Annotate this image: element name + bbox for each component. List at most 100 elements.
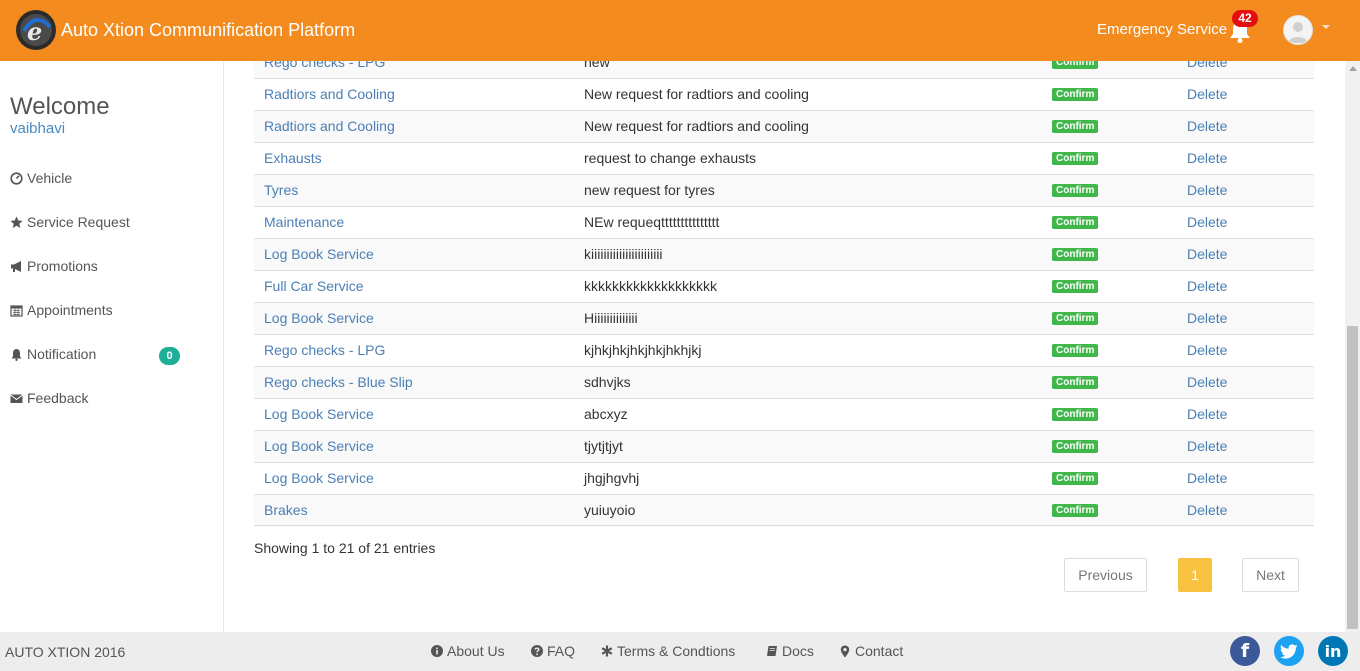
delete-link[interactable]: Delete [1187, 310, 1227, 326]
confirm-button[interactable]: Confirm [1052, 61, 1099, 69]
bullhorn-icon [10, 259, 23, 273]
sidebar-item-label: Notification [27, 346, 97, 362]
delete-link[interactable]: Delete [1187, 150, 1227, 166]
delete-link[interactable]: Delete [1187, 278, 1227, 294]
footer-link-about-us[interactable]: About Us [430, 643, 505, 659]
notification-count-badge: 42 [1232, 10, 1258, 27]
emergency-service-link[interactable]: Emergency Service [1097, 21, 1227, 38]
delete-link[interactable]: Delete [1187, 61, 1227, 70]
delete-link[interactable]: Delete [1187, 118, 1227, 134]
service-name-link[interactable]: Log Book Service [264, 310, 374, 326]
delete-link[interactable]: Delete [1187, 246, 1227, 262]
delete-link[interactable]: Delete [1187, 374, 1227, 390]
delete-link[interactable]: Delete [1187, 214, 1227, 230]
table-row: Maintenance NEw requeqttttttttttttttt Co… [254, 206, 1314, 239]
sidebar-item-service-request[interactable]: Service Request [10, 212, 130, 232]
footer-link-docs[interactable]: Docs [765, 643, 814, 659]
sidebar-item-label: Vehicle [27, 170, 73, 186]
request-description: tjytjtjyt [584, 438, 623, 454]
service-name-link[interactable]: Rego checks - Blue Slip [264, 374, 413, 390]
map-marker-icon [838, 645, 851, 658]
request-description: abcxyz [584, 406, 628, 422]
confirm-button[interactable]: Confirm [1052, 408, 1099, 421]
request-description: Hiiiiiiiiiiiiii [584, 310, 638, 326]
user-menu-chevron-down-icon[interactable] [1322, 25, 1330, 29]
service-name-link[interactable]: Log Book Service [264, 470, 374, 486]
user-avatar[interactable] [1283, 15, 1313, 45]
confirm-button[interactable]: Confirm [1052, 184, 1099, 197]
sidebar-item-notification[interactable]: Notification [10, 344, 96, 364]
question-circle-icon [530, 645, 543, 658]
app-logo-icon[interactable]: e [14, 5, 58, 53]
svg-text:e: e [27, 17, 42, 46]
sidebar-item-appointments[interactable]: Appointments [10, 300, 113, 320]
table-row: Rego checks - Blue Slip sdhvjks Confirm … [254, 366, 1314, 399]
confirm-button[interactable]: Confirm [1052, 312, 1099, 325]
service-name-link[interactable]: Radtiors and Cooling [264, 86, 395, 102]
table-row: Rego checks - LPG kjhkjhkjhkjhkjhkhjkj C… [254, 334, 1314, 367]
service-name-link[interactable]: Log Book Service [264, 406, 374, 422]
footer-link-contact[interactable]: Contact [838, 643, 903, 659]
footer-link-label: About Us [447, 643, 505, 659]
service-name-link[interactable]: Log Book Service [264, 438, 374, 454]
info-circle-icon [430, 645, 443, 658]
service-name-link[interactable]: Rego checks - LPG [264, 342, 385, 358]
confirm-button[interactable]: Confirm [1052, 280, 1099, 293]
delete-link[interactable]: Delete [1187, 182, 1227, 198]
table-row: Rego checks - LPG new Confirm Delete [254, 61, 1314, 79]
confirm-button[interactable]: Confirm [1052, 216, 1099, 229]
welcome-heading: Welcome [10, 93, 110, 120]
delete-link[interactable]: Delete [1187, 502, 1227, 518]
scrollbar-thumb[interactable] [1347, 326, 1358, 629]
confirm-button[interactable]: Confirm [1052, 472, 1099, 485]
delete-link[interactable]: Delete [1187, 86, 1227, 102]
top-navbar: e Auto Xtion Communification Platform Em… [0, 0, 1360, 61]
confirm-button[interactable]: Confirm [1052, 376, 1099, 389]
facebook-icon[interactable]: f [1230, 636, 1260, 666]
sidebar-item-label: Appointments [27, 302, 113, 318]
confirm-button[interactable]: Confirm [1052, 152, 1099, 165]
service-name-link[interactable]: Exhausts [264, 150, 322, 166]
service-name-link[interactable]: Full Car Service [264, 278, 364, 294]
sidebar-item-feedback[interactable]: Feedback [10, 388, 88, 408]
scroll-up-arrow-icon[interactable] [1349, 66, 1357, 71]
request-description: kjhkjhkjhkjhkjhkhjkj [584, 342, 702, 358]
linkedin-icon[interactable]: in [1318, 636, 1348, 666]
confirm-button[interactable]: Confirm [1052, 504, 1099, 517]
calendar-icon [10, 303, 23, 317]
delete-link[interactable]: Delete [1187, 406, 1227, 422]
service-name-link[interactable]: Tyres [264, 182, 298, 198]
bell-icon [10, 347, 23, 361]
confirm-button[interactable]: Confirm [1052, 344, 1099, 357]
page-scrollbar[interactable] [1345, 61, 1360, 632]
footer-link-label: Contact [855, 643, 904, 659]
confirm-button[interactable]: Confirm [1052, 120, 1099, 133]
sidebar-item-promotions[interactable]: Promotions [10, 256, 98, 276]
delete-link[interactable]: Delete [1187, 470, 1227, 486]
delete-link[interactable]: Delete [1187, 438, 1227, 454]
pagination-page-1-button[interactable]: 1 [1178, 558, 1212, 592]
pagination-next-button[interactable]: Next [1242, 558, 1299, 592]
service-name-link[interactable]: Rego checks - LPG [264, 61, 385, 70]
twitter-icon[interactable] [1274, 636, 1304, 666]
service-name-link[interactable]: Maintenance [264, 214, 344, 230]
facebook-glyph: f [1240, 640, 1250, 662]
confirm-button[interactable]: Confirm [1052, 88, 1099, 101]
delete-link[interactable]: Delete [1187, 342, 1227, 358]
service-name-link[interactable]: Radtiors and Cooling [264, 118, 395, 134]
table-row: Brakes yuiuyoio Confirm Delete [254, 494, 1314, 527]
confirm-button[interactable]: Confirm [1052, 248, 1099, 261]
sidebar-item-label: Promotions [27, 258, 98, 274]
footer-link-terms[interactable]: Terms & Condtions [600, 643, 735, 659]
table-row: Tyres new request for tyres Confirm Dele… [254, 174, 1314, 207]
service-name-link[interactable]: Log Book Service [264, 246, 374, 262]
table-bottom-divider [254, 525, 1314, 526]
pagination-previous-button[interactable]: Previous [1064, 558, 1147, 592]
request-description: sdhvjks [584, 374, 631, 390]
footer: AUTO XTION 2016 About Us FAQ Terms & Con… [0, 632, 1360, 671]
footer-link-faq[interactable]: FAQ [530, 643, 575, 659]
table-row: Radtiors and Cooling New request for rad… [254, 78, 1314, 111]
sidebar-item-vehicle[interactable]: Vehicle [10, 168, 72, 188]
confirm-button[interactable]: Confirm [1052, 440, 1099, 453]
service-name-link[interactable]: Brakes [264, 502, 308, 518]
